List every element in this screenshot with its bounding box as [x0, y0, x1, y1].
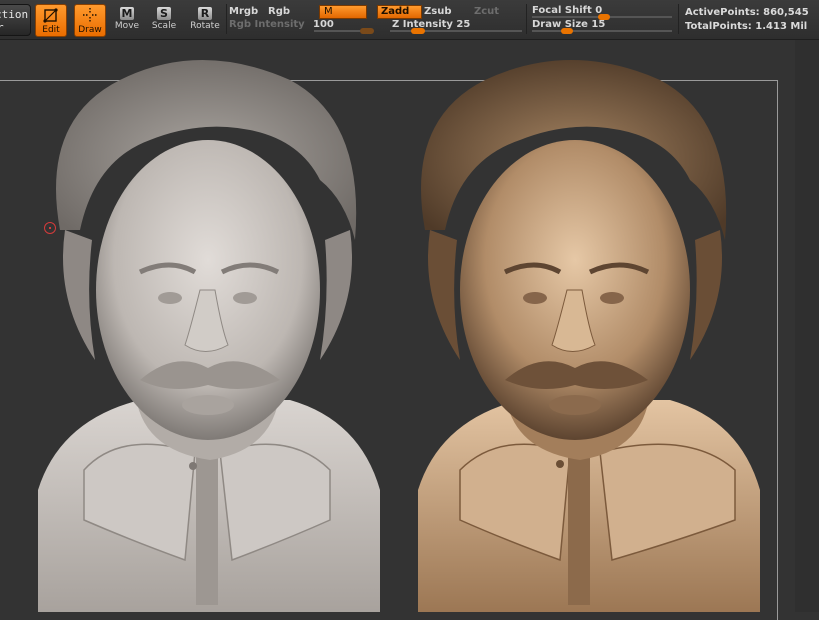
- scale-icon: S: [157, 7, 171, 20]
- grey-shirt-placket: [196, 455, 218, 605]
- move-button[interactable]: M Move: [112, 6, 142, 38]
- rgb-intensity-slider-knob[interactable]: [360, 28, 374, 34]
- action-label-line1: ction: [0, 8, 29, 21]
- divider: [226, 4, 227, 34]
- draw-icon: [75, 5, 105, 26]
- material-toggle-button[interactable]: M: [319, 5, 367, 19]
- rotate-label: Rotate: [190, 21, 220, 31]
- grey-clay-bust: [38, 60, 380, 612]
- draw-label: Draw: [78, 25, 102, 35]
- rotate-button[interactable]: R Rotate: [188, 6, 222, 38]
- draw-mode-button[interactable]: Draw: [74, 4, 106, 37]
- z-intensity-label: Z Intensity 25: [392, 19, 471, 30]
- z-intensity-slider[interactable]: [390, 30, 522, 32]
- action-line-button[interactable]: ction r: [0, 4, 31, 36]
- draw-size-slider-knob[interactable]: [561, 28, 573, 34]
- mrgb-toggle[interactable]: Mrgb: [229, 6, 258, 17]
- bronze-shirt-placket: [568, 455, 590, 605]
- active-points-readout: ActivePoints: 860,545: [685, 7, 809, 18]
- focal-shift-label: Focal Shift 0: [532, 5, 603, 16]
- edit-icon: [36, 5, 66, 26]
- rgb-toggle[interactable]: Rgb: [268, 6, 290, 17]
- zsub-toggle[interactable]: Zsub: [424, 6, 451, 17]
- total-points-readout: TotalPoints: 1.413 Mil: [685, 21, 808, 32]
- brush-cursor-icon: [44, 222, 56, 234]
- rotate-icon: R: [198, 7, 212, 20]
- grey-collar-button: [189, 462, 197, 470]
- z-intensity-slider-knob[interactable]: [411, 28, 425, 34]
- scale-button[interactable]: S Scale: [149, 6, 179, 38]
- draw-size-slider[interactable]: [532, 30, 672, 32]
- scale-label: Scale: [151, 21, 177, 31]
- rgb-intensity-value: 100: [313, 19, 334, 30]
- bronze-hair-side-right: [690, 230, 722, 360]
- divider: [678, 4, 679, 34]
- divider: [526, 4, 527, 34]
- rgb-intensity-label: Rgb Intensity: [229, 19, 305, 30]
- bronze-hair-side-left: [428, 230, 460, 360]
- edit-label: Edit: [42, 25, 60, 35]
- move-label: Move: [114, 21, 140, 31]
- zadd-button[interactable]: Zadd: [377, 5, 422, 19]
- bronze-collar-button: [556, 460, 564, 468]
- action-label-line2: r: [0, 21, 30, 34]
- top-shelf-toolbar: ction r Edit Draw M Move S Scale: [0, 0, 819, 40]
- zcut-toggle[interactable]: Zcut: [474, 6, 499, 17]
- edit-mode-button[interactable]: Edit: [35, 4, 67, 37]
- move-icon: M: [120, 7, 134, 20]
- bronze-clay-bust: [418, 60, 760, 612]
- grey-hair-side-right: [320, 230, 352, 360]
- viewport-canvas[interactable]: [0, 40, 819, 612]
- grey-hair-side-left: [63, 230, 95, 360]
